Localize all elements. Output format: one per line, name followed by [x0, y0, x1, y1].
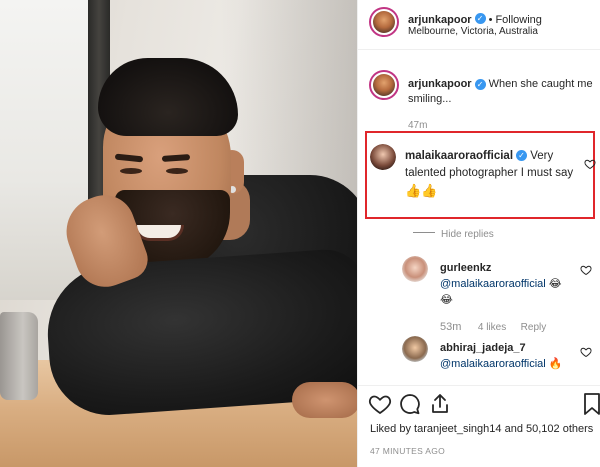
reply-mention[interactable]: @malaikaaroraofficial [440, 358, 546, 370]
comment-avatar[interactable] [370, 144, 396, 170]
reply-likes[interactable]: 4 likes [478, 322, 506, 333]
reply-emoji-line2: 😂 [440, 294, 453, 306]
post-header: arjunkapoor ✓ • Following Melbourne, Victor… [358, 0, 600, 50]
reply-meta: 53m 4 likes Reply [440, 317, 546, 335]
reply-username[interactable]: abhiraj_jadeja_7 [440, 342, 526, 354]
caption-username[interactable]: arjunkapoor [408, 78, 472, 90]
caption-line1: When she caught me [488, 78, 593, 90]
likes-user[interactable]: taranjeet_singh14 [414, 423, 501, 435]
post-photo[interactable] [0, 0, 357, 467]
reply-emoji-inline: 😂 [548, 278, 562, 290]
post-location[interactable]: Melbourne, Victoria, Australia [408, 24, 538, 39]
reply-text: abhiraj_jadeja_7 @malaikaaroraofficial 🔥 [440, 340, 590, 372]
share-icon[interactable] [428, 392, 452, 416]
hide-replies-label: Hide replies [441, 229, 494, 240]
heart-icon[interactable] [580, 263, 592, 276]
hide-replies-line [413, 232, 435, 234]
comment-emoji: 👍👍 [405, 183, 438, 198]
likes-conj: and [504, 423, 523, 435]
likes-count[interactable]: 50,102 others [526, 423, 593, 435]
post-actions: Liked by taranjeet_singh14 and 50,102 ot… [358, 385, 600, 467]
heart-icon[interactable] [368, 392, 392, 416]
eye-right [166, 168, 188, 174]
reply-username[interactable]: gurleenkz [440, 262, 491, 274]
caption-avatar[interactable] [369, 70, 399, 100]
reply-text: gurleenkz @malaikaaroraofficial 😂 😂 [440, 260, 590, 308]
verified-badge-icon: ✓ [474, 13, 486, 25]
verified-badge-icon: ✓ [516, 150, 528, 162]
reply-avatar[interactable] [402, 256, 428, 282]
bookmark-icon[interactable] [580, 392, 600, 416]
heart-icon[interactable] [584, 157, 596, 170]
likes-prefix: Liked by [370, 423, 411, 435]
person-hand-right [292, 382, 357, 418]
comment-username[interactable]: malaikaaroraofficial [405, 150, 513, 162]
caption-time[interactable]: 47m [408, 120, 427, 131]
reply-emoji: 🔥 [548, 358, 563, 370]
author-avatar[interactable] [369, 7, 399, 37]
caption-line2: smiling... [408, 93, 452, 105]
post-side-panel: arjunkapoor ✓ • Following Melbourne, Victor… [357, 0, 600, 467]
eye-left [120, 168, 142, 174]
heart-icon[interactable] [580, 345, 592, 358]
reply-avatar[interactable] [402, 336, 428, 362]
reply-button[interactable]: Reply [521, 322, 547, 333]
reply-mention[interactable]: @malaikaaroraofficial [440, 278, 546, 290]
mug [0, 312, 38, 400]
post-timestamp[interactable]: 47 MINUTES AGO [370, 446, 445, 456]
reply-time[interactable]: 53m [440, 321, 461, 333]
likes-line: Liked by taranjeet_singh14 and 50,102 ot… [370, 422, 593, 437]
comment-icon[interactable] [398, 392, 422, 416]
comment-text: malaikaaroraofficial ✓ Very talented phot… [405, 148, 580, 201]
verified-badge-icon: ✓ [474, 78, 486, 90]
comment-line2: talented photographer I must say [405, 167, 574, 179]
caption-text: arjunkapoor ✓ When she caught me smiling.… [408, 77, 593, 107]
hide-replies-toggle[interactable]: Hide replies [413, 224, 494, 242]
comment-line1: Very [530, 150, 554, 162]
person-hair [98, 58, 238, 136]
